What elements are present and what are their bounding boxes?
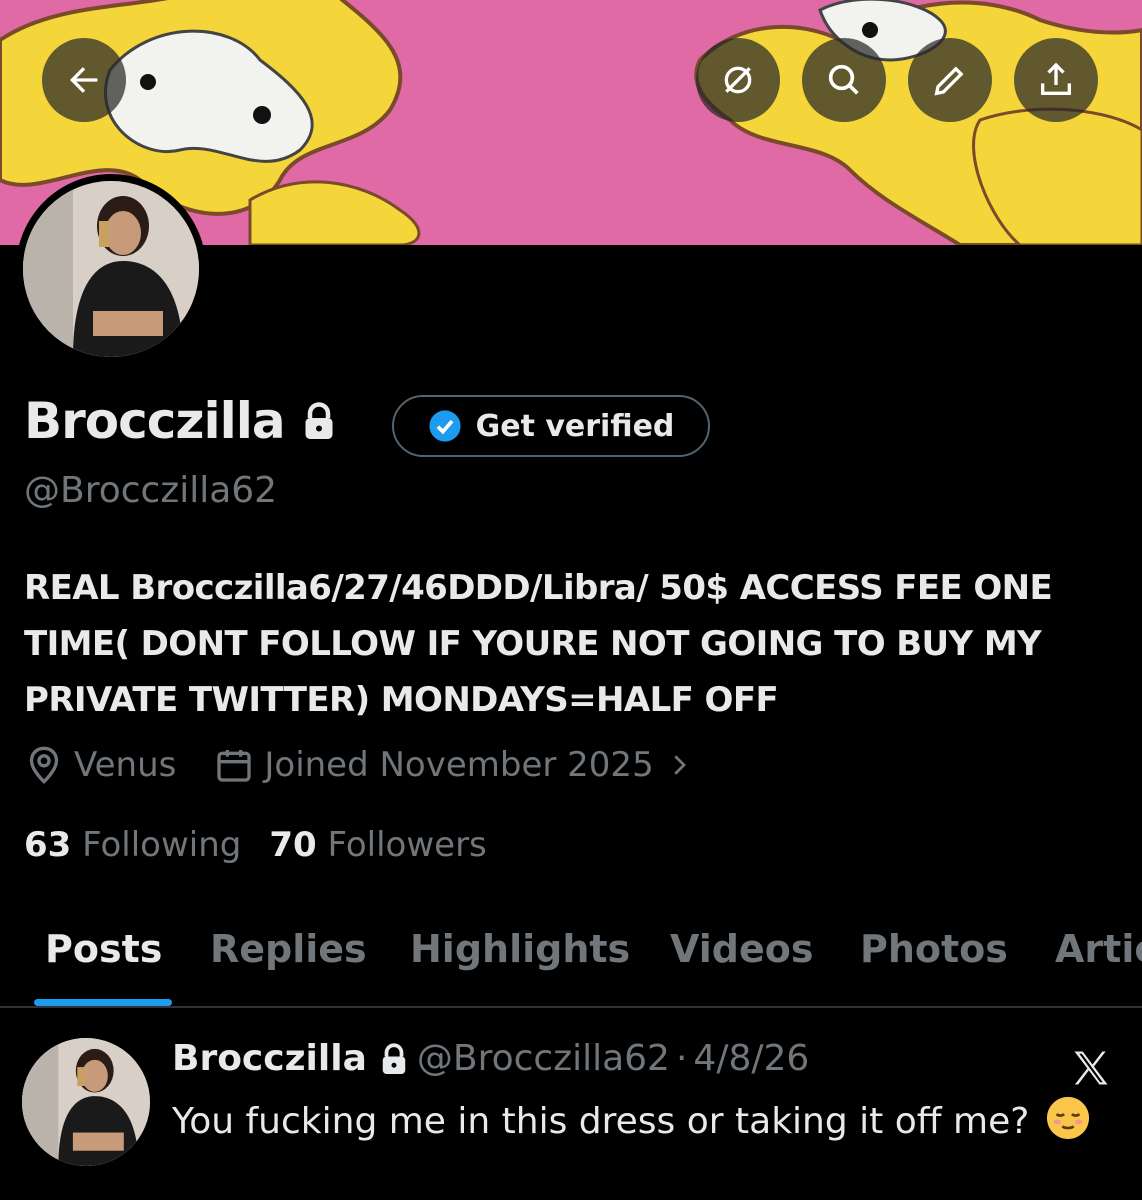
arrow-left-icon: [70, 67, 98, 93]
search-icon: [828, 64, 859, 95]
profile-bio: REAL Brocczilla6/27/46DDD/Libra/ 50$ ACC…: [24, 568, 1053, 720]
tab-videos[interactable]: Videos: [670, 927, 813, 971]
grok-icon: [724, 66, 752, 94]
edit-icon: [934, 66, 964, 96]
tab-highlights[interactable]: Highlights: [410, 927, 630, 971]
post-item[interactable]: Brocczilla @Brocczilla62 · 4/8/26 You fu…: [0, 1008, 1142, 1200]
follow-stats: 63 Following 70 Followers: [24, 825, 487, 865]
profile-name-row: Brocczilla: [24, 392, 337, 450]
share-icon: [1041, 62, 1071, 95]
profile-name: Brocczilla: [24, 392, 286, 450]
location-pin-icon: [29, 746, 59, 784]
post-body: You fucking me in this dress or taking i…: [172, 1094, 1092, 1150]
post-text: You fucking me in this dress or taking i…: [172, 1101, 1030, 1142]
tab-photos[interactable]: Photos: [860, 927, 1008, 971]
verified-badge-icon: [429, 410, 461, 442]
lock-icon: [382, 1042, 406, 1074]
lock-icon: [305, 402, 333, 439]
edit-button[interactable]: [908, 38, 992, 122]
profile-avatar[interactable]: [16, 174, 206, 364]
get-verified-button[interactable]: Get verified: [392, 395, 710, 457]
followers-link[interactable]: 70 Followers: [269, 825, 486, 865]
tab-articles[interactable]: Artic: [1055, 927, 1142, 971]
profile-tabs: Posts Replies Highlights Videos Photos A…: [0, 915, 1142, 1007]
get-verified-label: Get verified: [475, 408, 675, 444]
avatar-photo: [23, 181, 199, 357]
calendar-icon: [217, 750, 252, 782]
share-button[interactable]: [1014, 38, 1098, 122]
x-logo-icon: [1074, 1051, 1108, 1085]
post-date[interactable]: 4/8/26: [693, 1038, 809, 1079]
post-avatar[interactable]: [22, 1038, 150, 1166]
active-tab-indicator: [34, 999, 172, 1006]
search-button[interactable]: [802, 38, 886, 122]
post-author-name[interactable]: Brocczilla: [172, 1038, 367, 1079]
relieved-face-emoji-icon: [1046, 1096, 1089, 1140]
profile-location: Venus: [74, 745, 177, 785]
post-separator: ·: [675, 1038, 688, 1079]
profile-meta: Venus Joined November 2025: [24, 745, 694, 785]
profile-joined: Joined November 2025: [264, 745, 654, 785]
post-author-handle[interactable]: @Brocczilla62: [417, 1038, 670, 1079]
back-button[interactable]: [42, 38, 126, 122]
tab-posts[interactable]: Posts: [45, 927, 162, 971]
chevron-right-icon[interactable]: [664, 750, 694, 780]
profile-handle: @Brocczilla62: [24, 470, 278, 511]
post-header: Brocczilla @Brocczilla62 · 4/8/26: [172, 1038, 809, 1079]
following-link[interactable]: 63 Following: [24, 825, 241, 865]
tab-replies[interactable]: Replies: [210, 927, 367, 971]
grok-button[interactable]: [696, 38, 780, 122]
